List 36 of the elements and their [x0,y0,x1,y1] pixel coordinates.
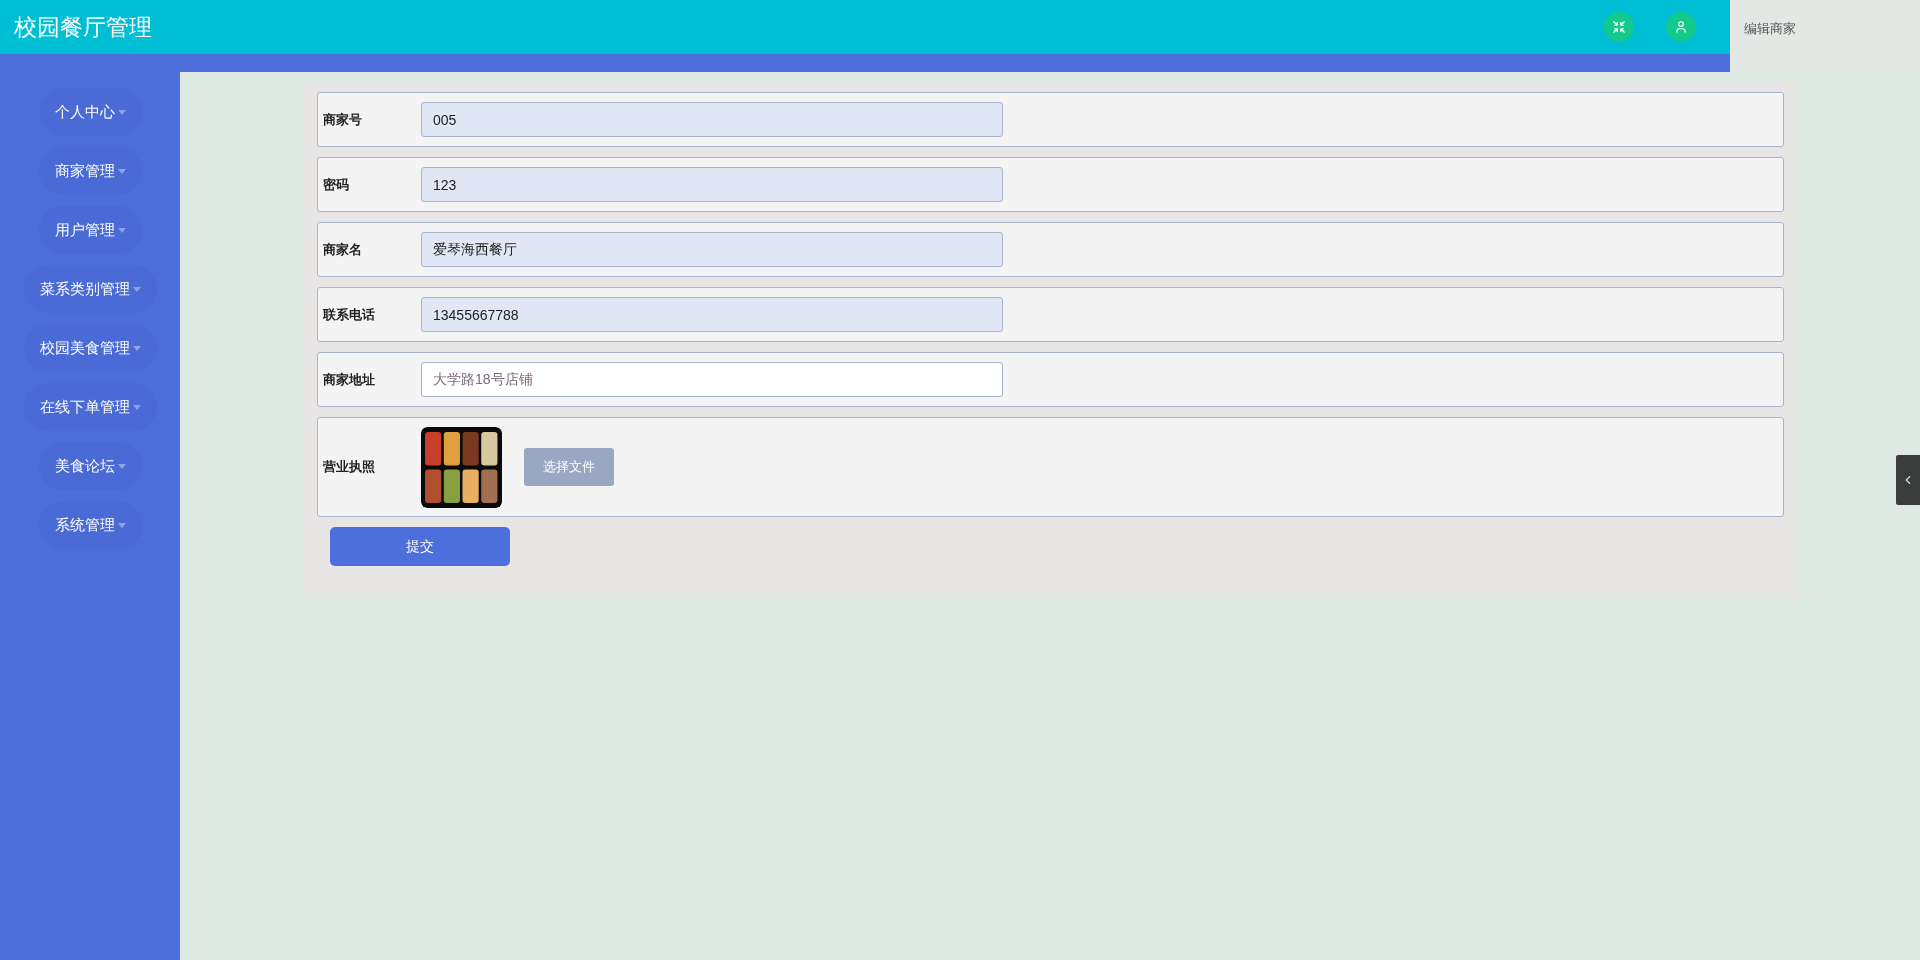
user-icon [1674,20,1688,34]
caret-icon [132,345,141,351]
input-field[interactable]: 13455667788 [421,297,1003,332]
app-title: 校园餐厅管理 [14,12,152,42]
field-label: 商家号 [323,110,363,129]
caret-icon [132,404,141,410]
sidebar-item[interactable]: 美食论坛 [38,442,142,490]
field-label: 密码 [323,175,350,194]
caret-icon [117,109,126,115]
fullscreen-button[interactable] [1604,12,1634,42]
field-label: 商家地址 [323,370,376,389]
sidebar-item[interactable]: 在线下单管理 [23,383,157,431]
choose-file-button[interactable]: 选择文件 [524,448,614,486]
sidebar-item[interactable]: 校园美食管理 [23,324,157,372]
input-field[interactable]: 123 [421,167,1003,202]
shrink-icon [1612,20,1626,34]
sidebar-item[interactable]: 商家管理 [38,147,142,195]
submit-button[interactable]: 提交 [330,527,510,566]
side-panel-toggle[interactable] [1896,455,1920,505]
sidebar-item[interactable]: 个人中心 [38,88,142,136]
field-label: 商家名 [323,240,363,259]
caret-icon [117,168,126,174]
sidebar-item[interactable]: 系统管理 [38,501,142,549]
input-field[interactable]: 大学路18号店铺 [421,362,1003,397]
input-field[interactable]: 爱琴海西餐厅 [421,232,1003,267]
sidebar-item[interactable]: 用户管理 [38,206,142,254]
caret-icon [117,227,126,233]
field-label: 联系电话 [323,305,376,324]
input-field[interactable]: 005 [421,102,1003,137]
field-label: 营业执照 [323,458,376,477]
sidebar-item[interactable]: 菜系类别管理 [23,265,157,313]
caret-icon [117,463,126,469]
caret-icon [132,286,141,292]
page-label: 编辑商家 [1744,21,1796,36]
user-button[interactable] [1666,12,1696,42]
caret-icon [117,522,126,528]
